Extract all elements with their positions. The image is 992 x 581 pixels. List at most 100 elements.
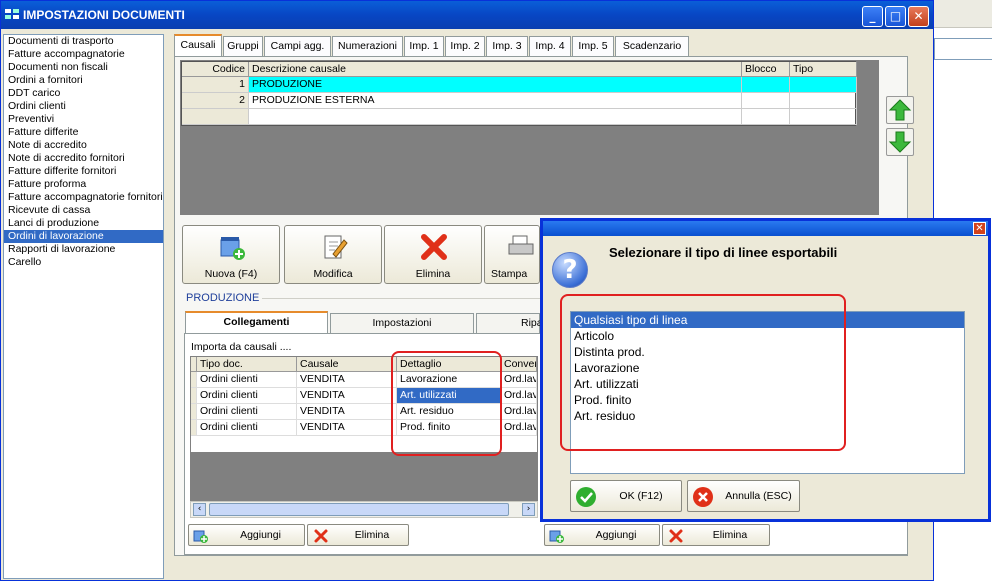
group-title: PRODUZIONE	[186, 292, 260, 304]
tab-imp-4[interactable]: Imp. 4	[529, 36, 571, 56]
add-button-left[interactable]: Aggiungi	[188, 524, 305, 546]
grid-cell[interactable]: Ordini clienti	[197, 372, 297, 388]
scroll-left-arrow-icon[interactable]: ‹	[193, 503, 206, 516]
sidebar-item[interactable]: Fatture differite	[4, 126, 163, 139]
sidebar-item[interactable]: DDT carico	[4, 87, 163, 100]
new-button[interactable]: Nuova (F4)	[182, 225, 280, 284]
add-button-right-label: Aggiungi	[595, 529, 637, 541]
grid-header[interactable]: Descrizione causale	[249, 62, 742, 77]
tab-collegamenti[interactable]: Collegamenti	[185, 311, 328, 333]
grid-header[interactable]: Tipo doc.	[197, 357, 297, 372]
annotation-highlight-list	[560, 294, 846, 451]
delete-button-right[interactable]: Elimina	[662, 524, 770, 546]
grid-cell-empty[interactable]	[790, 109, 857, 125]
grid-cell-empty[interactable]	[249, 109, 742, 125]
tab-ripa[interactable]: Ripa	[476, 313, 543, 333]
grid-header[interactable]: Convers	[501, 357, 537, 372]
sidebar-item[interactable]: Fatture accompagnatorie	[4, 48, 163, 61]
tab-imp-1[interactable]: Imp. 1	[404, 36, 444, 56]
sidebar-item[interactable]: Note di accredito fornitori	[4, 152, 163, 165]
add-button-right[interactable]: Aggiungi	[544, 524, 660, 546]
grid-cell[interactable]: Ord.lav.	[501, 372, 537, 388]
check-icon	[576, 487, 596, 507]
sidebar-item[interactable]: Preventivi	[4, 113, 163, 126]
sidebar-item[interactable]: Documenti non fiscali	[4, 61, 163, 74]
grid-cell[interactable]	[790, 77, 857, 93]
grid-header[interactable]: Blocco	[742, 62, 790, 77]
print-button[interactable]: Stampa	[484, 225, 540, 284]
tab-numerazioni[interactable]: Numerazioni	[332, 36, 403, 56]
arrow-down-icon	[888, 131, 912, 153]
grid-cell[interactable]: Ordini clienti	[197, 388, 297, 404]
sidebar-item[interactable]: Lanci di produzione	[4, 217, 163, 230]
delete-button[interactable]: Elimina	[384, 225, 482, 284]
tab-campi-agg[interactable]: Campi agg.	[264, 36, 331, 56]
title-bar[interactable]: IMPOSTAZIONI DOCUMENTI _ □ ✕	[1, 1, 933, 29]
tab-imp-5[interactable]: Imp. 5	[572, 36, 614, 56]
delete-button-left[interactable]: Elimina	[307, 524, 409, 546]
ok-button-label: OK (F12)	[619, 490, 663, 502]
sidebar-item[interactable]: Note di accredito	[4, 139, 163, 152]
new-document-icon	[220, 237, 245, 260]
sidebar-item[interactable]: Ordini di lavorazione	[4, 230, 163, 243]
grid-cell[interactable]	[742, 77, 790, 93]
delete-x-icon	[314, 529, 328, 543]
grid-cell[interactable]: Ord.lav.	[501, 404, 537, 420]
tab-imp-3[interactable]: Imp. 3	[486, 36, 528, 56]
grid-cell[interactable]: PRODUZIONE	[249, 77, 742, 93]
annotation-highlight-dettaglio	[391, 351, 502, 456]
grid-cell[interactable]: VENDITA	[297, 404, 397, 420]
document-type-list[interactable]: Documenti di trasporto Fatture accompagna…	[3, 34, 164, 579]
grid-header[interactable]: Causale	[297, 357, 397, 372]
tab-scadenzario[interactable]: Scadenzario	[615, 36, 689, 56]
grid-cell[interactable]: PRODUZIONE ESTERNA	[249, 93, 742, 109]
causali-grid[interactable]: Codice Descrizione causale Blocco Tipo 1 PROD…	[181, 61, 857, 126]
sidebar-item[interactable]: Fatture proforma	[4, 178, 163, 191]
move-up-button[interactable]	[886, 96, 914, 124]
grid-cell-empty[interactable]	[182, 109, 249, 125]
grid-cell[interactable]: Ord.lav.	[501, 420, 537, 436]
print-button-label: Stampa	[491, 268, 528, 280]
grid-cell[interactable]: VENDITA	[297, 372, 397, 388]
sidebar-item[interactable]: Documenti di trasporto	[4, 35, 163, 48]
horizontal-scrollbar[interactable]: ‹ ›	[190, 501, 538, 518]
grid-cell[interactable]: VENDITA	[297, 388, 397, 404]
add-icon	[549, 530, 564, 543]
delete-button-right-label: Elimina	[712, 529, 748, 541]
grid-cell[interactable]	[790, 93, 857, 109]
tab-gruppi[interactable]: Gruppi	[223, 36, 263, 56]
sidebar-item[interactable]: Ordini clienti	[4, 100, 163, 113]
edit-button[interactable]: Modifica	[284, 225, 382, 284]
grid-cell[interactable]: Ordini clienti	[197, 420, 297, 436]
minimize-button[interactable]: _	[862, 6, 883, 27]
grid-header[interactable]: Codice	[182, 62, 249, 77]
sidebar-item[interactable]: Ordini a fornitori	[4, 74, 163, 87]
scroll-thumb[interactable]	[209, 503, 509, 516]
grid-cell[interactable]: VENDITA	[297, 420, 397, 436]
dialog-close-icon[interactable]: ✕	[973, 222, 986, 235]
grid-cell[interactable]	[742, 93, 790, 109]
grid-cell[interactable]: 2	[182, 93, 249, 109]
move-down-button[interactable]	[886, 128, 914, 156]
dialog-title-bar[interactable]: ✕	[543, 221, 988, 236]
tab-impostazioni[interactable]: Impostazioni	[330, 313, 474, 333]
grid-cell[interactable]: Ord.lav.	[501, 388, 537, 404]
sidebar-item[interactable]: Fatture accompagnatorie fornitori	[4, 191, 163, 204]
delete-button-label: Elimina	[415, 268, 451, 280]
grid-cell[interactable]: Ordini clienti	[197, 404, 297, 420]
scroll-right-arrow-icon[interactable]: ›	[522, 503, 535, 516]
grid-header[interactable]: Tipo	[790, 62, 857, 77]
maximize-button[interactable]: □	[885, 6, 906, 27]
tab-causali[interactable]: Causali	[174, 34, 222, 56]
tab-imp-2[interactable]: Imp. 2	[445, 36, 485, 56]
sidebar-item[interactable]: Ricevute di cassa	[4, 204, 163, 217]
grid-cell[interactable]: 1	[182, 77, 249, 93]
close-button[interactable]: ✕	[908, 6, 929, 27]
cancel-button[interactable]: Annulla (ESC)	[687, 480, 800, 512]
sidebar-item[interactable]: Rapporti di lavorazione	[4, 243, 163, 256]
printer-icon	[508, 235, 534, 255]
sidebar-item[interactable]: Carello	[4, 256, 163, 269]
ok-button[interactable]: OK (F12)	[570, 480, 682, 512]
sidebar-item[interactable]: Fatture differite fornitori	[4, 165, 163, 178]
grid-cell-empty[interactable]	[742, 109, 790, 125]
